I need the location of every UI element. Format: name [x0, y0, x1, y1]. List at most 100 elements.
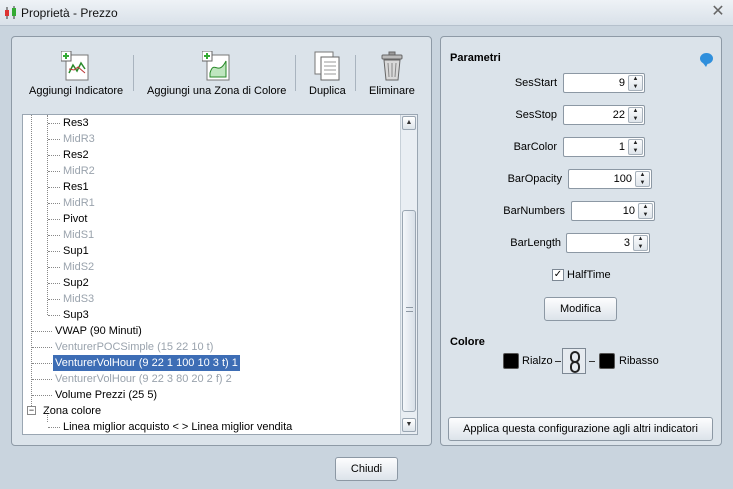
barnumbers-value[interactable]: 10: [574, 202, 635, 220]
barcolor-label: BarColor: [513, 141, 557, 153]
scroll-thumb[interactable]: [402, 210, 416, 412]
baropacity-label: BarOpacity: [507, 173, 562, 185]
tree-branch: [48, 315, 60, 316]
spin-down-icon[interactable]: ▼: [636, 180, 649, 187]
tree-branch: [48, 267, 60, 268]
tree-branch: [48, 251, 60, 252]
tree-item-zona-colore[interactable]: Zona colore: [43, 403, 101, 419]
rise-color-swatch[interactable]: [503, 353, 519, 369]
sesstop-label: SesStop: [515, 109, 557, 121]
tree-item-sup2[interactable]: Sup2: [63, 275, 89, 291]
halftime-checkbox[interactable]: ✓: [552, 269, 564, 281]
scroll-down-icon[interactable]: ▼: [402, 418, 416, 432]
colors-title: Colore: [450, 336, 485, 348]
barlength-value[interactable]: 3: [569, 234, 630, 252]
close-button[interactable]: Chiudi: [335, 457, 398, 481]
connector-line: [555, 361, 561, 362]
spin-down-icon[interactable]: ▼: [639, 212, 652, 219]
tree-branch: [48, 219, 60, 220]
delete-label: Eliminare: [369, 85, 415, 97]
tree-item-venturer-vol-hour-2[interactable]: VenturerVolHour (9 22 3 80 20 2 f) 2: [55, 371, 232, 387]
tree-branch: [32, 347, 52, 348]
spin-up-icon[interactable]: ▲: [634, 236, 647, 243]
tree-scrollbar[interactable]: ▲ ▼: [400, 115, 417, 434]
barcolor-spinner[interactable]: 1 ▲ ▼: [563, 137, 645, 157]
apply-to-others-button[interactable]: Applica questa configurazione agli altri…: [448, 417, 713, 441]
indicator-tree[interactable]: Res3 MidR3 Res2 MidR2 Res1 MidR1 Pivot M…: [22, 114, 418, 435]
tree-branch: [32, 331, 52, 332]
tree-item-pivot[interactable]: Pivot: [63, 211, 87, 227]
sesstop-value[interactable]: 22: [566, 106, 625, 124]
baropacity-value[interactable]: 100: [571, 170, 632, 188]
add-color-zone-button[interactable]: Aggiungi una Zona di Colore: [147, 51, 286, 97]
sesstart-value[interactable]: 9: [566, 74, 625, 92]
fall-label: Ribasso: [619, 355, 659, 367]
tree-content: Res3 MidR3 Res2 MidR2 Res1 MidR1 Pivot M…: [23, 115, 402, 434]
grip-icon: [406, 307, 413, 312]
chain-link-icon[interactable]: [562, 348, 586, 374]
modify-button[interactable]: Modifica: [544, 297, 617, 321]
toolbar-separator: [355, 55, 356, 91]
tree-item-res2[interactable]: Res2: [63, 147, 89, 163]
tree-item-midr2[interactable]: MidR2: [63, 163, 95, 179]
tree-branch: [48, 427, 60, 428]
spin-up-icon[interactable]: ▲: [636, 172, 649, 179]
spin-up-icon[interactable]: ▲: [629, 108, 642, 115]
indicator-panel: Aggiungi Indicatore Aggiungi una Zona di…: [11, 36, 432, 446]
tree-item-volume-prezzi[interactable]: Volume Prezzi (25 5): [55, 387, 157, 403]
window-title: Proprietà - Prezzo: [21, 6, 118, 20]
halftime-label: HalfTime: [567, 269, 611, 281]
baropacity-spinner[interactable]: 100 ▲ ▼: [568, 169, 652, 189]
close-window-icon[interactable]: ✕: [709, 3, 727, 21]
tree-item-res3[interactable]: Res3: [63, 115, 89, 131]
tree-branch: [32, 363, 52, 364]
trash-icon: [381, 51, 403, 81]
add-indicator-label: Aggiungi Indicatore: [29, 85, 124, 97]
tree-branch: [48, 139, 60, 140]
barnumbers-label: BarNumbers: [503, 205, 565, 217]
tree-branch: [48, 299, 60, 300]
fall-color-swatch[interactable]: [599, 353, 615, 369]
tree-item-mids2[interactable]: MidS2: [63, 259, 94, 275]
spin-up-icon[interactable]: ▲: [629, 76, 642, 83]
connector-line: [589, 361, 595, 362]
toolbar-separator: [133, 55, 134, 91]
collapse-icon[interactable]: −: [27, 406, 36, 415]
tree-branch: [32, 379, 52, 380]
tree-item-venturer-poc-simple[interactable]: VenturerPOCSimple (15 22 10 t): [55, 339, 213, 355]
tree-branch: [32, 395, 52, 396]
delete-button[interactable]: Eliminare: [369, 51, 415, 97]
sesstop-spinner[interactable]: 22 ▲ ▼: [563, 105, 645, 125]
tree-item-sup3[interactable]: Sup3: [63, 307, 89, 323]
tree-item-res1[interactable]: Res1: [63, 179, 89, 195]
spin-up-icon[interactable]: ▲: [629, 140, 642, 147]
duplicate-button[interactable]: Duplica: [309, 51, 346, 97]
tree-item-venturer-vol-hour-1[interactable]: VenturerVolHour (9 22 1 100 10 3 t) 1: [53, 355, 240, 371]
tree-item-linea-miglior[interactable]: Linea miglior acquisto < > Linea miglior…: [63, 419, 292, 434]
tree-item-mids1[interactable]: MidS1: [63, 227, 94, 243]
sesstart-spinner[interactable]: 9 ▲ ▼: [563, 73, 645, 93]
tree-item-vwap[interactable]: VWAP (90 Minuti): [55, 323, 142, 339]
tree-branch: [48, 203, 60, 204]
tree-item-mids3[interactable]: MidS3: [63, 291, 94, 307]
tree-item-sup1[interactable]: Sup1: [63, 243, 89, 259]
barnumbers-spinner[interactable]: 10 ▲ ▼: [571, 201, 655, 221]
add-indicator-button[interactable]: Aggiungi Indicatore: [29, 51, 123, 97]
add-color-zone-icon: [201, 51, 230, 81]
spin-down-icon[interactable]: ▼: [629, 116, 642, 123]
spin-down-icon[interactable]: ▼: [629, 84, 642, 91]
tree-branch: [48, 283, 60, 284]
add-indicator-icon: [61, 51, 89, 81]
barlength-spinner[interactable]: 3 ▲ ▼: [566, 233, 650, 253]
tree-branch: [48, 123, 60, 124]
help-bubble-icon[interactable]: [700, 53, 713, 67]
spin-down-icon[interactable]: ▼: [629, 148, 642, 155]
scroll-up-icon[interactable]: ▲: [402, 116, 416, 130]
tree-item-midr1[interactable]: MidR1: [63, 195, 95, 211]
tree-item-midr3[interactable]: MidR3: [63, 131, 95, 147]
spin-up-icon[interactable]: ▲: [639, 204, 652, 211]
tree-guide-line: [47, 115, 48, 315]
barcolor-value[interactable]: 1: [566, 138, 625, 156]
spin-down-icon[interactable]: ▼: [634, 244, 647, 251]
duplicate-label: Duplica: [309, 85, 346, 97]
